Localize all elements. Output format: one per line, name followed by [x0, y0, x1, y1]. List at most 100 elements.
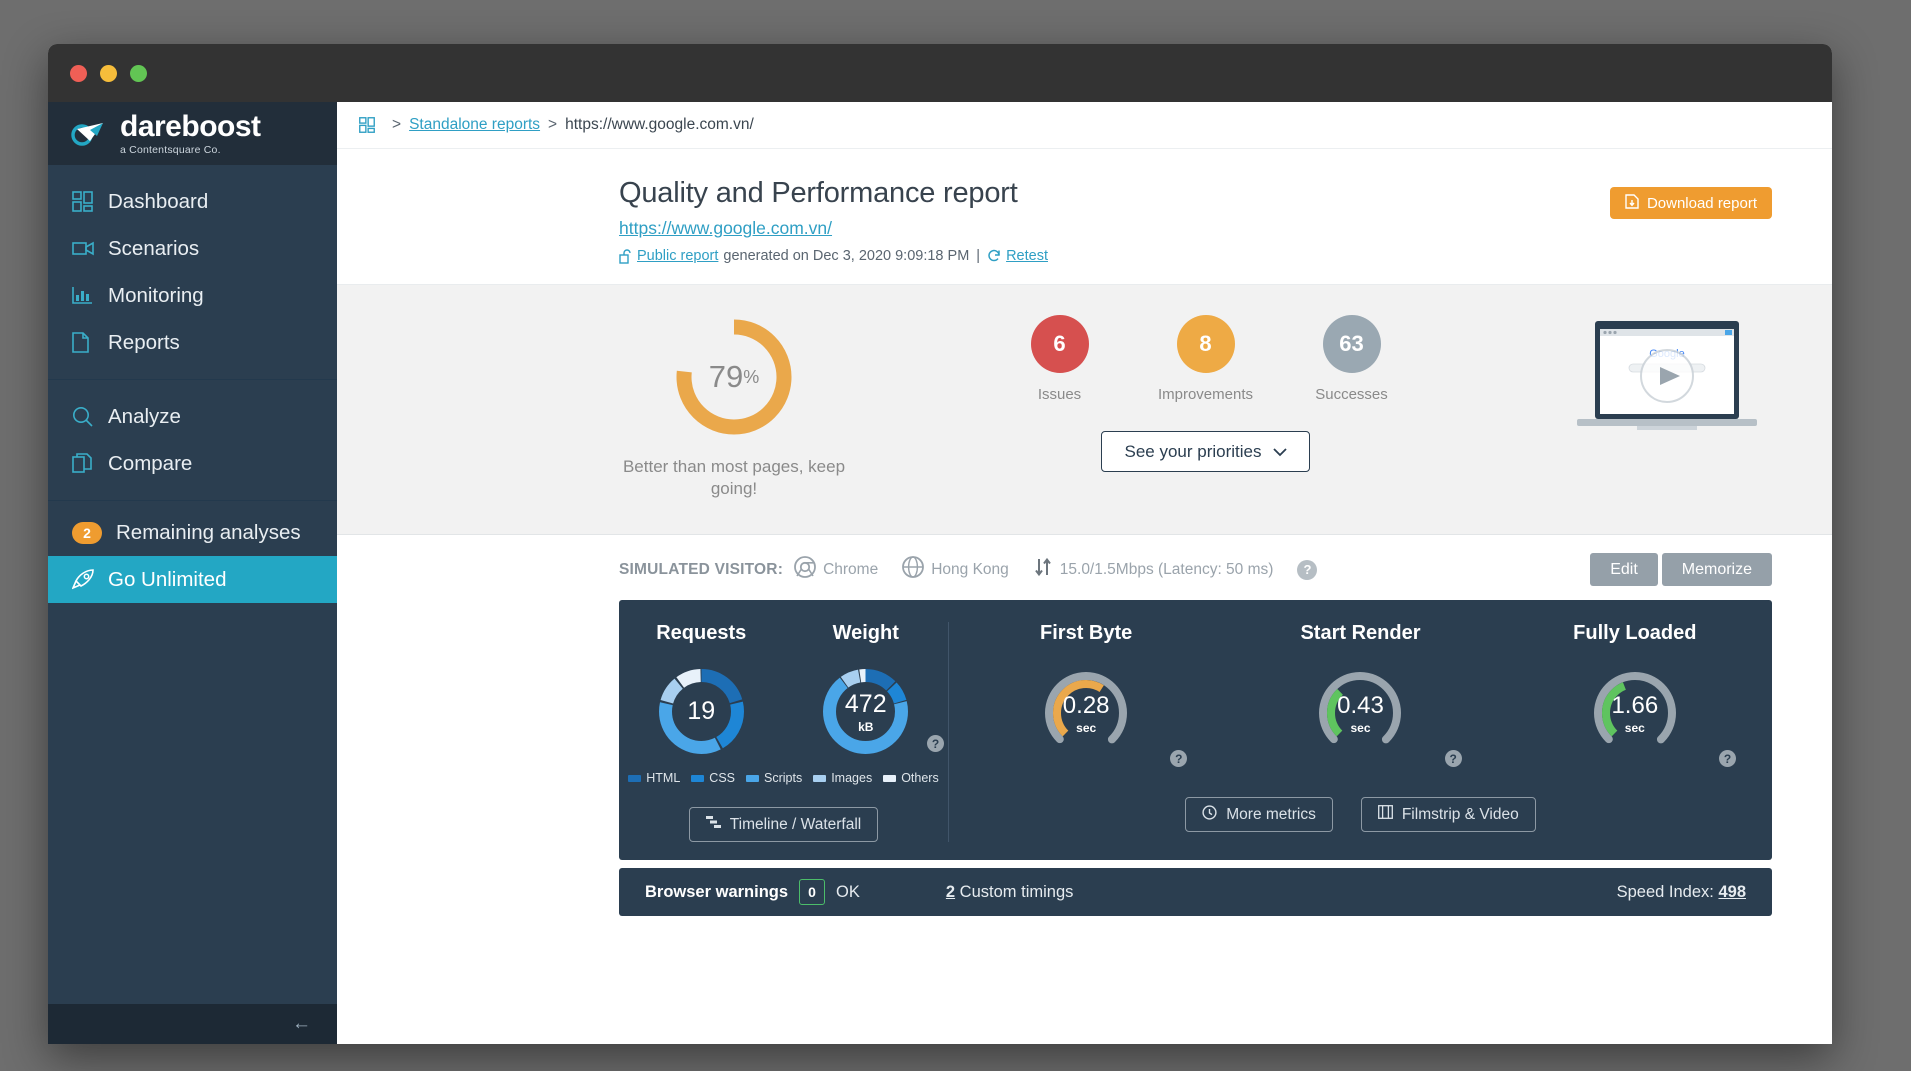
quality-score-donut: 79%: [672, 315, 796, 439]
metrics-right-titles: First Byte Start Render Fully Loaded: [949, 622, 1772, 645]
legend-swatch-images: [813, 774, 827, 782]
clock-icon: [1202, 805, 1217, 825]
sidebar-item-label: Monitoring: [108, 283, 204, 307]
stat-issues[interactable]: 6 Issues: [1010, 315, 1110, 403]
start-render-gauge-cell[interactable]: 0.43 sec ?: [1223, 665, 1497, 768]
requests-donut: 19: [655, 665, 748, 758]
sidebar-item-label: Scenarios: [108, 236, 200, 260]
download-file-icon: [1625, 193, 1639, 213]
custom-timings-count: 2: [945, 882, 956, 901]
sidebar-item-go-unlimited[interactable]: Go Unlimited: [48, 556, 337, 603]
visitor-location: Hong Kong: [902, 556, 1009, 583]
sidebar-group-primary: Dashboard Scenarios Monitoring Reports: [48, 165, 337, 380]
stat-successes[interactable]: 63 Successes: [1302, 315, 1402, 403]
weight-chart-cell[interactable]: 472 kB ?: [784, 665, 949, 758]
report-header: Quality and Performance report https://w…: [337, 149, 1832, 285]
weight-help-icon[interactable]: ?: [927, 735, 944, 753]
metrics-left-group: Requests Weight 19 472 kB ? HTML CSS Scr…: [619, 622, 949, 843]
browser-warnings-bar: Browser warnings 0 OK 2 Custom timings S…: [619, 868, 1772, 917]
public-report-link[interactable]: Public report: [637, 248, 718, 264]
more-metrics-label: More metrics: [1226, 805, 1316, 823]
breadcrumb-separator: >: [548, 116, 558, 133]
report-url-link[interactable]: https://www.google.com.vn/: [619, 218, 1772, 239]
globe-icon: [902, 556, 925, 583]
visitor-actions: Edit Memorize: [1590, 553, 1772, 587]
sidebar-collapse-button[interactable]: ←: [48, 1004, 337, 1044]
see-priorities-label: See your priorities: [1124, 441, 1262, 461]
legend-swatch-scripts: [746, 774, 759, 782]
app-logo[interactable]: dareboost a Contentsquare Co.: [48, 102, 337, 165]
legend-swatch-css: [691, 774, 705, 782]
sidebar-item-monitoring[interactable]: Monitoring: [48, 272, 337, 319]
sidebar-item-reports[interactable]: Reports: [48, 319, 337, 366]
maximize-window-button[interactable]: [130, 64, 147, 82]
filmstrip-icon: [1377, 805, 1393, 824]
score-stats-block: 6 Issues 8 Improvements 63 Successes See…: [883, 315, 1528, 472]
first-byte-gauge-cell[interactable]: 0.28 sec ?: [949, 665, 1223, 768]
legend-label-scripts: Scripts: [764, 771, 803, 786]
sidebar-group-account: 2 Remaining analyses Go Unlimited: [48, 501, 337, 603]
legend-item-html: HTML: [628, 771, 680, 785]
breadcrumb-link-standalone-reports[interactable]: Standalone reports: [409, 116, 540, 134]
sidebar-item-remaining-analyses[interactable]: 2 Remaining analyses: [48, 509, 337, 556]
start-render-center: 0.43 sec: [1312, 665, 1408, 761]
edit-button[interactable]: Edit: [1590, 553, 1658, 587]
minimize-window-button[interactable]: [100, 64, 117, 82]
page-preview-block[interactable]: Google: [1562, 315, 1772, 447]
fully-loaded-value: 1.66: [1611, 691, 1659, 719]
metrics-right-group: First Byte Start Render Fully Loaded 0.2…: [949, 622, 1772, 842]
sidebar-item-dashboard[interactable]: Dashboard: [48, 178, 337, 225]
open-lock-icon: [619, 248, 632, 264]
breadcrumb-home-grid-icon[interactable]: [359, 117, 375, 133]
visitor-help-icon[interactable]: ?: [1297, 559, 1318, 580]
rocket-icon: [72, 569, 108, 590]
metrics-right-charts: 0.28 sec ? 0.43 sec ? 1.66 sec ?: [949, 665, 1772, 768]
start-render-unit: sec: [1350, 720, 1371, 735]
metrics-right-buttons: More metrics Filmstrip & Video: [949, 797, 1772, 833]
meta-separator: |: [976, 248, 981, 264]
sidebar-item-label: Remaining analyses: [116, 520, 301, 544]
sidebar-item-scenarios[interactable]: Scenarios: [48, 225, 337, 272]
retest-link[interactable]: Retest: [1006, 248, 1048, 264]
legend-label-images: Images: [831, 771, 873, 786]
fully-loaded-help-icon[interactable]: ?: [1718, 750, 1736, 768]
fully-loaded-gauge-cell[interactable]: 1.66 sec ?: [1498, 665, 1772, 768]
simulated-visitor-label: SIMULATED VISITOR:: [619, 560, 784, 578]
custom-timings[interactable]: 2 Custom timings: [946, 883, 1073, 902]
see-your-priorities-button[interactable]: See your priorities: [1101, 431, 1310, 472]
download-report-button[interactable]: Download report: [1609, 187, 1772, 219]
legend-swatch-others: [883, 774, 897, 782]
legend-item-scripts: Scripts: [746, 771, 802, 785]
requests-chart-cell[interactable]: 19: [619, 665, 784, 758]
sidebar-item-compare[interactable]: Compare: [48, 440, 337, 487]
breadcrumb: > Standalone reports > https://www.googl…: [337, 102, 1832, 149]
more-metrics-button[interactable]: More metrics: [1185, 797, 1333, 833]
fully-loaded-unit: sec: [1624, 720, 1645, 735]
close-window-button[interactable]: [70, 64, 87, 82]
visitor-bandwidth-label: 15.0/1.5Mbps (Latency: 50 ms): [1059, 560, 1274, 578]
stat-improvements[interactable]: 8 Improvements: [1156, 315, 1256, 403]
up-down-arrows-icon: [1033, 557, 1053, 582]
browser-warnings-status: OK: [836, 882, 860, 901]
start-render-help-icon[interactable]: ?: [1444, 750, 1462, 768]
filmstrip-video-button[interactable]: Filmstrip & Video: [1360, 797, 1536, 833]
first-byte-title: First Byte: [1040, 622, 1133, 645]
stat-issues-value: 6: [1030, 315, 1089, 373]
quality-score-unit: %: [743, 366, 760, 387]
fully-loaded-center: 1.66 sec: [1587, 665, 1683, 761]
report-generated-text: generated on Dec 3, 2020 9:09:18 PM: [723, 248, 970, 264]
speed-index[interactable]: Speed Index: 498: [1617, 883, 1746, 902]
metrics-section: Requests Weight 19 472 kB ? HTML CSS Scr…: [337, 600, 1832, 917]
first-byte-unit: sec: [1076, 720, 1097, 735]
memorize-button[interactable]: Memorize: [1661, 553, 1772, 587]
sidebar-item-analyze[interactable]: Analyze: [48, 393, 337, 440]
first-byte-help-icon[interactable]: ?: [1170, 750, 1188, 768]
timeline-waterfall-button[interactable]: Timeline / Waterfall: [688, 807, 879, 843]
report-meta: Public report generated on Dec 3, 2020 9…: [619, 248, 1772, 264]
visitor-location-label: Hong Kong: [931, 560, 1009, 578]
window-titlebar: [48, 44, 1832, 102]
stat-successes-label: Successes: [1315, 386, 1388, 403]
start-render-gauge: 0.43 sec: [1312, 665, 1408, 761]
score-summary-band: 79% Better than most pages, keep going! …: [337, 285, 1832, 536]
chevron-down-icon: [1272, 442, 1287, 462]
